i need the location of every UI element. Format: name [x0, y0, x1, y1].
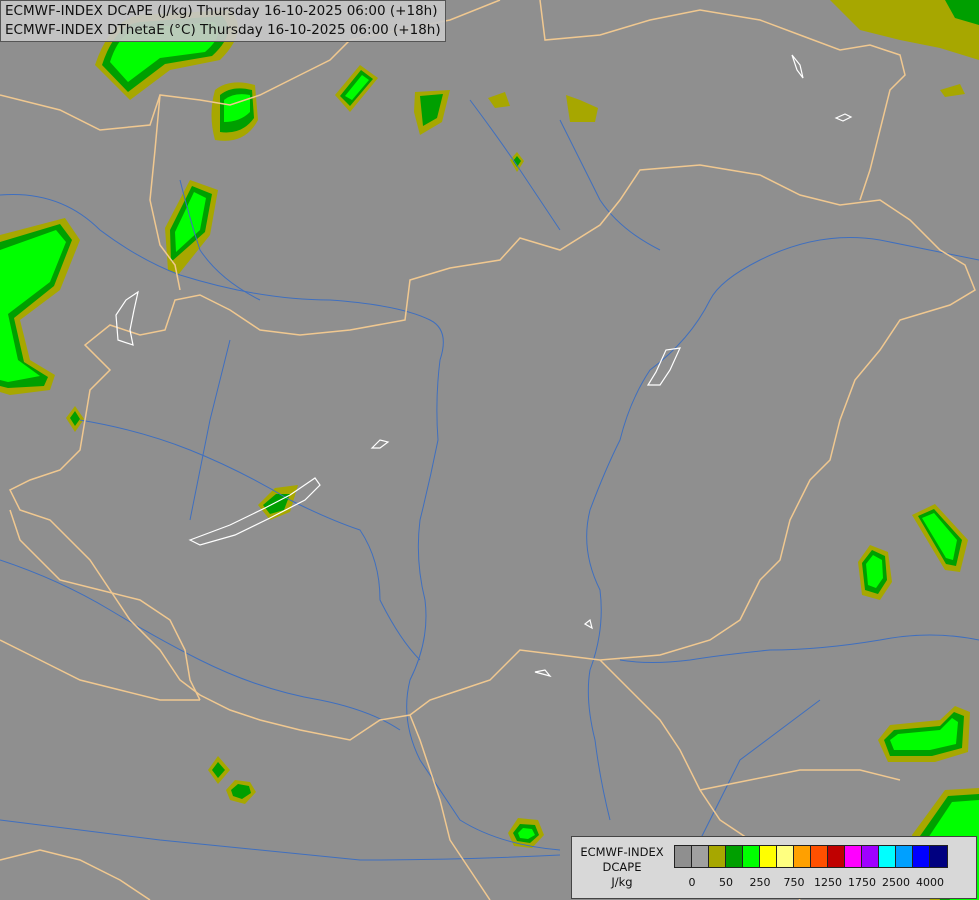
title-line-dcape: ECMWF-INDEX DCAPE (J/kg) Thursday 16-10-… — [5, 3, 438, 19]
legend-swatch — [777, 846, 794, 867]
legend-swatch — [828, 846, 845, 867]
legend-tick-label: 750 — [783, 876, 805, 889]
title-line-dthetae: ECMWF-INDEX DThetaE (°C) Thursday 16-10-… — [5, 22, 441, 38]
legend-swatch — [675, 846, 692, 867]
forecast-map — [0, 0, 979, 900]
legend-title: ECMWF-INDEX DCAPE J/kg — [572, 845, 672, 890]
legend-swatch — [930, 846, 947, 867]
legend-swatch — [692, 846, 709, 867]
legend-swatch — [743, 846, 760, 867]
legend-swatch — [896, 846, 913, 867]
legend-title-line1: ECMWF-INDEX — [580, 845, 664, 859]
legend-swatch — [811, 846, 828, 867]
legend-title-line2: DCAPE — [602, 860, 642, 874]
legend-tick-label: 250 — [749, 876, 771, 889]
legend-swatch — [709, 846, 726, 867]
legend-swatch — [862, 846, 879, 867]
legend-swatches — [674, 845, 948, 868]
legend-swatch — [879, 846, 896, 867]
legend-swatch — [726, 846, 743, 867]
legend-tick-label: 2500 — [882, 876, 910, 889]
legend-tick-label: 4000 — [916, 876, 944, 889]
color-legend: ECMWF-INDEX DCAPE J/kg 0 50 250 750 1250 1750… — [571, 836, 977, 899]
legend-tick-label: 0 — [688, 876, 696, 889]
legend-swatch — [794, 846, 811, 867]
legend-ticks: 0 50 250 750 1250 1750 2500 4000 — [674, 876, 974, 892]
legend-swatch — [845, 846, 862, 867]
map-title-box: ECMWF-INDEX DCAPE (J/kg) Thursday 16-10-… — [0, 0, 446, 42]
legend-title-unit: J/kg — [611, 875, 633, 889]
legend-tick-label: 50 — [719, 876, 733, 889]
legend-swatch — [760, 846, 777, 867]
legend-swatch — [913, 846, 930, 867]
legend-tick-label: 1250 — [814, 876, 842, 889]
legend-tick-label: 1750 — [848, 876, 876, 889]
